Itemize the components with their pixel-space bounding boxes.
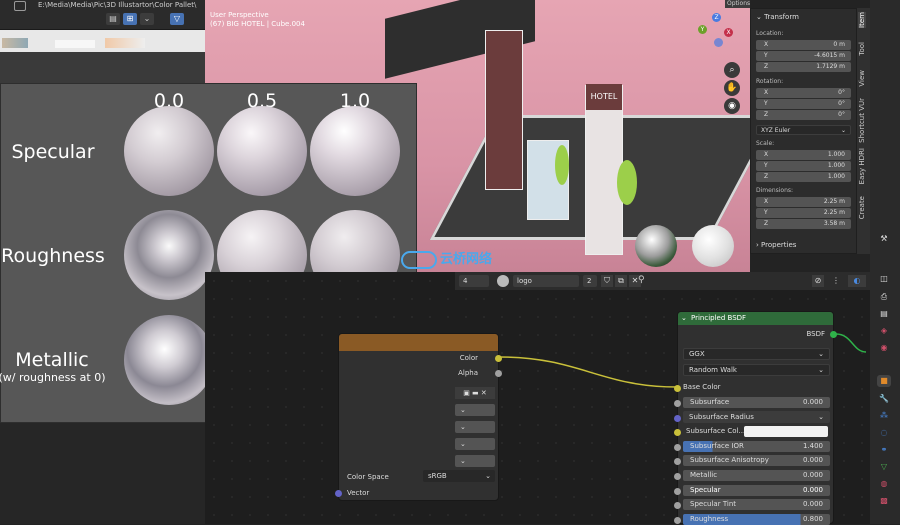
specular-tint-field[interactable]: Specular Tint 0.000: [683, 499, 830, 510]
image-browse-icons[interactable]: ▣ ▬ ✕: [455, 387, 495, 399]
vector-input-socket[interactable]: [335, 490, 342, 497]
source-dropdown[interactable]: ⌄: [455, 455, 495, 467]
roughness-field[interactable]: Roughness 0.800: [683, 514, 830, 525]
subsurface-method-dropdown[interactable]: Random Walk ⌄: [683, 364, 830, 376]
distribution-dropdown[interactable]: GGX ⌄: [683, 348, 830, 360]
image-texture-node[interactable]: Color Alpha ▣ ▬ ✕ ⌄ ⌄ ⌄ ⌄ Color Space sR…: [335, 333, 502, 501]
projection-dropdown[interactable]: ⌄: [455, 421, 495, 433]
specular-field[interactable]: Specular 0.000: [683, 485, 830, 496]
subsurface-socket[interactable]: [674, 400, 681, 407]
metallic-socket[interactable]: [674, 473, 681, 480]
subsurface-field[interactable]: Subsurface 0.000: [683, 397, 830, 408]
subsurface-radius-socket[interactable]: [674, 415, 681, 422]
image-node-header[interactable]: [339, 334, 498, 351]
interpolation-dropdown[interactable]: ⌄: [455, 404, 495, 416]
subsurface-anisotropy-field[interactable]: Subsurface Anisotropy 0.000: [683, 455, 830, 466]
bsdf-output-socket[interactable]: [830, 331, 837, 338]
alpha-output-socket[interactable]: [495, 370, 502, 377]
specular-tint-socket[interactable]: [674, 502, 681, 509]
bsdf-output-label: BSDF: [806, 330, 825, 338]
metallic-field[interactable]: Metallic 0.000: [683, 470, 830, 481]
subsurface-color-swatch[interactable]: [744, 426, 828, 437]
subsurface-radius-dropdown[interactable]: Subsurface Radius ⌄: [683, 411, 830, 423]
principled-bsdf-node[interactable]: Principled BSDF ⌄ BSDF GGX ⌄ Random Walk ⌄…: [674, 311, 837, 525]
roughness-socket[interactable]: [674, 517, 681, 524]
subsurface-ior-socket[interactable]: [674, 444, 681, 451]
watermark-logo: 云桥网络: [401, 248, 541, 274]
bsdf-title: Principled BSDF: [691, 314, 747, 322]
color-space-label: Color Space: [347, 473, 389, 481]
extension-dropdown[interactable]: ⌄: [455, 438, 495, 450]
base-color-label: Base Color: [683, 383, 721, 391]
alpha-output-label: Alpha: [458, 369, 478, 377]
vector-input-label: Vector: [347, 489, 370, 497]
subsurface-anisotropy-socket[interactable]: [674, 458, 681, 465]
color-output-socket[interactable]: [495, 355, 502, 362]
collapse-chevron-icon[interactable]: ⌄: [681, 314, 687, 322]
base-color-socket[interactable]: [674, 385, 681, 392]
subsurface-ior-field[interactable]: Subsurface IOR 1.400: [683, 441, 830, 452]
specular-socket[interactable]: [674, 488, 681, 495]
color-output-label: Color: [459, 354, 478, 362]
bsdf-output-link: [835, 333, 867, 353]
color-space-dropdown[interactable]: sRGB ⌄: [423, 470, 495, 482]
subsurface-color-socket[interactable]: [674, 429, 681, 436]
subsurface-color-label: Subsurface Col...: [686, 427, 746, 435]
color-to-basecolor-link: [498, 356, 678, 388]
bsdf-node-header[interactable]: Principled BSDF: [678, 312, 833, 325]
